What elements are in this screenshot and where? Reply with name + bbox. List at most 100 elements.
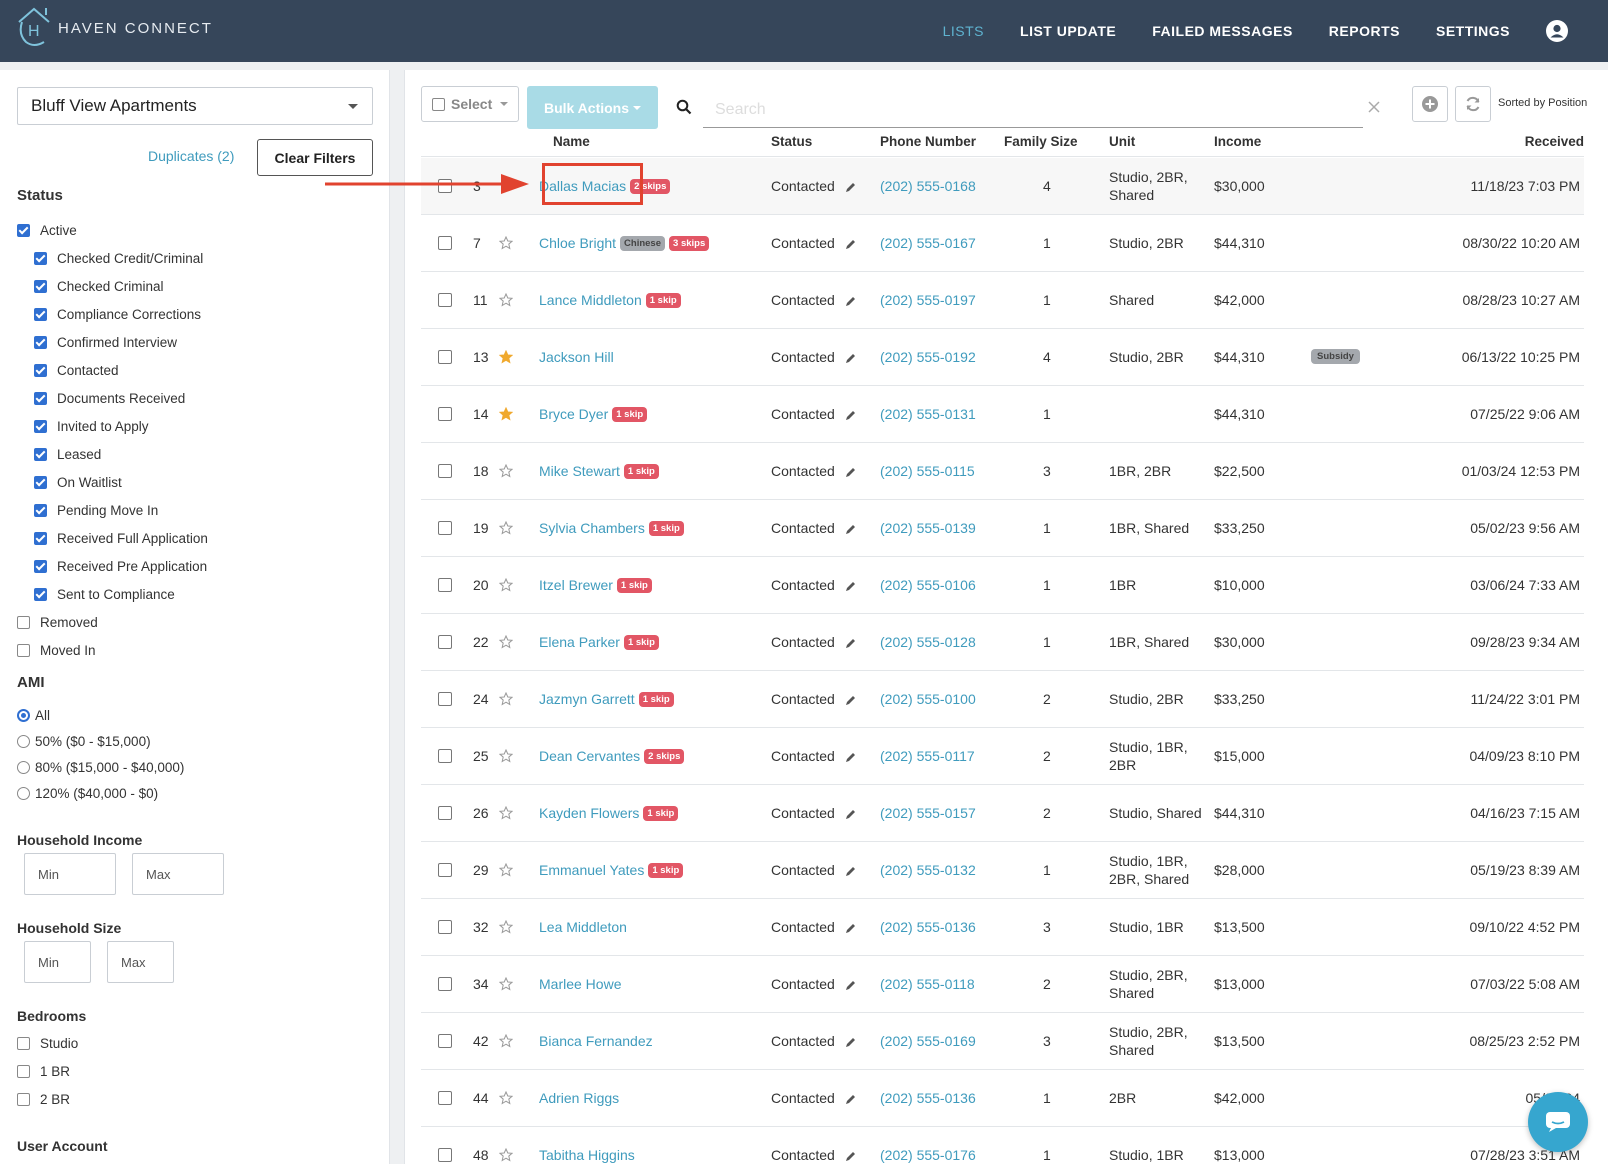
pencil-icon[interactable] [845, 980, 856, 991]
radio-selected[interactable] [17, 708, 30, 722]
bulk-actions-button[interactable]: Bulk Actions [527, 86, 658, 129]
pencil-icon[interactable] [845, 581, 856, 592]
applicant-name-link[interactable]: Lea Middleton [539, 919, 627, 935]
radio[interactable] [17, 786, 30, 800]
row-checkbox[interactable] [438, 806, 452, 820]
checkbox[interactable] [34, 447, 47, 461]
pencil-icon[interactable] [845, 866, 856, 877]
nav-list-update[interactable]: LIST UPDATE [1020, 23, 1116, 39]
ami-50-radio[interactable]: 50% ($0 - $15,000) [17, 732, 151, 750]
applicant-name-link[interactable]: Itzel Brewer [539, 577, 613, 593]
status-option-checkbox[interactable]: Pending Move In [34, 501, 158, 519]
status-option-checkbox[interactable]: Sent to Compliance [34, 585, 175, 603]
checkbox-checked[interactable] [17, 223, 30, 237]
table-row[interactable]: 29 Emmanuel Yates 1 skip Contacted (202) 555… [421, 842, 1584, 899]
property-select[interactable]: Bluff View Apartments [17, 87, 373, 125]
column-header-family-size[interactable]: Family Size [1004, 134, 1078, 149]
star-outline-icon[interactable] [499, 863, 513, 877]
row-checkbox[interactable] [438, 578, 452, 592]
ami-120-radio[interactable]: 120% ($40,000 - $0) [17, 784, 158, 802]
star-outline-icon[interactable] [499, 749, 513, 763]
star-filled-icon[interactable] [499, 350, 513, 364]
table-row[interactable]: 44 Adrien Riggs Contacted (202) 555-0136 1 2B… [421, 1070, 1584, 1127]
star-outline-icon[interactable] [499, 635, 513, 649]
table-row[interactable]: 14 Bryce Dyer 1 skip Contacted (202) 555-013… [421, 386, 1584, 443]
applicant-name-link[interactable]: Lance Middleton [539, 292, 642, 308]
pencil-icon[interactable] [845, 923, 856, 934]
table-row[interactable]: 24 Jazmyn Garrett 1 skip Contacted (202) 555… [421, 671, 1584, 728]
pencil-icon[interactable] [845, 1094, 856, 1105]
nav-failed-messages[interactable]: FAILED MESSAGES [1152, 23, 1293, 39]
column-header-name[interactable]: Name [553, 134, 590, 149]
phone-link[interactable]: (202) 555-0176 [880, 1146, 976, 1164]
status-option-checkbox[interactable]: Leased [34, 445, 101, 463]
phone-link[interactable]: (202) 555-0139 [880, 519, 976, 537]
star-outline-icon[interactable] [499, 692, 513, 706]
pencil-icon[interactable] [845, 239, 856, 250]
star-outline-icon[interactable] [499, 806, 513, 820]
radio[interactable] [17, 760, 30, 774]
star-outline-icon[interactable] [499, 920, 513, 934]
checkbox[interactable] [34, 503, 47, 517]
table-row[interactable]: 32 Lea Middleton Contacted (202) 555-0136 3 S… [421, 899, 1584, 956]
ami-80-radio[interactable]: 80% ($15,000 - $40,000) [17, 758, 184, 776]
table-row[interactable]: 18 Mike Stewart 1 skip Contacted (202) 555-0… [421, 443, 1584, 500]
status-option-checkbox[interactable]: Contacted [34, 361, 119, 379]
checkbox[interactable] [34, 559, 47, 573]
ami-all-radio[interactable]: All [17, 706, 50, 724]
phone-link[interactable]: (202) 555-0192 [880, 348, 976, 366]
income-max-input[interactable]: Max [132, 853, 224, 895]
table-row[interactable]: 20 Itzel Brewer 1 skip Contacted (202) 555-0… [421, 557, 1584, 614]
row-checkbox[interactable] [438, 236, 452, 250]
checkbox[interactable] [34, 363, 47, 377]
star-outline-icon[interactable] [499, 1091, 513, 1105]
star-outline-icon[interactable] [499, 977, 513, 991]
status-removed-checkbox[interactable]: Removed [17, 613, 98, 631]
table-row[interactable]: 48 Tabitha Higgins Contacted (202) 555-0176… [421, 1127, 1584, 1164]
star-outline-icon[interactable] [499, 236, 513, 250]
status-option-checkbox[interactable]: Confirmed Interview [34, 333, 177, 351]
row-checkbox[interactable] [438, 464, 452, 478]
close-icon[interactable] [1367, 100, 1381, 114]
chat-button[interactable] [1528, 1092, 1588, 1152]
row-checkbox[interactable] [438, 863, 452, 877]
pencil-icon[interactable] [845, 524, 856, 535]
checkbox[interactable] [34, 279, 47, 293]
checkbox[interactable] [34, 587, 47, 601]
size-min-input[interactable]: Min [24, 941, 91, 983]
status-option-checkbox[interactable]: Received Full Application [34, 529, 208, 547]
applicant-name-link[interactable]: Marlee Howe [539, 976, 621, 992]
column-header-income[interactable]: Income [1214, 134, 1261, 149]
row-checkbox[interactable] [438, 749, 452, 763]
star-outline-icon[interactable] [499, 464, 513, 478]
checkbox[interactable] [34, 335, 47, 349]
row-checkbox[interactable] [438, 1148, 452, 1162]
table-row[interactable]: 7 Chloe Bright Chinese 3 skips Contacted (202… [421, 215, 1584, 272]
bedroom-1br-checkbox[interactable]: 1 BR [17, 1062, 70, 1080]
star-outline-icon[interactable] [499, 1148, 513, 1162]
table-row[interactable]: 34 Marlee Howe Contacted (202) 555-0118 2 Stu… [421, 956, 1584, 1013]
applicant-name-link[interactable]: Tabitha Higgins [539, 1147, 635, 1163]
row-checkbox[interactable] [438, 293, 452, 307]
status-active-checkbox[interactable]: Active [17, 221, 77, 239]
table-row[interactable]: 11 Lance Middleton 1 skip Contacted (202) 55… [421, 272, 1584, 329]
add-button[interactable] [1412, 86, 1448, 122]
column-header-status[interactable]: Status [771, 134, 812, 149]
status-moved-in-checkbox[interactable]: Moved In [17, 641, 96, 659]
checkbox[interactable] [34, 419, 47, 433]
phone-link[interactable]: (202) 555-0168 [880, 177, 976, 195]
applicant-name-link[interactable]: Bryce Dyer [539, 406, 608, 422]
applicant-name-link[interactable]: Elena Parker [539, 634, 620, 650]
column-header-phone[interactable]: Phone Number [880, 134, 976, 149]
row-checkbox[interactable] [438, 977, 452, 991]
checkbox[interactable] [432, 97, 445, 111]
status-option-checkbox[interactable]: Checked Criminal [34, 277, 164, 295]
phone-link[interactable]: (202) 555-0136 [880, 918, 976, 936]
checkbox[interactable] [17, 615, 30, 629]
row-checkbox[interactable] [438, 1091, 452, 1105]
bedroom-2br-checkbox[interactable]: 2 BR [17, 1090, 70, 1108]
phone-link[interactable]: (202) 555-0100 [880, 690, 976, 708]
checkbox[interactable] [34, 531, 47, 545]
status-option-checkbox[interactable]: Checked Credit/Criminal [34, 249, 203, 267]
pencil-icon[interactable] [845, 353, 856, 364]
